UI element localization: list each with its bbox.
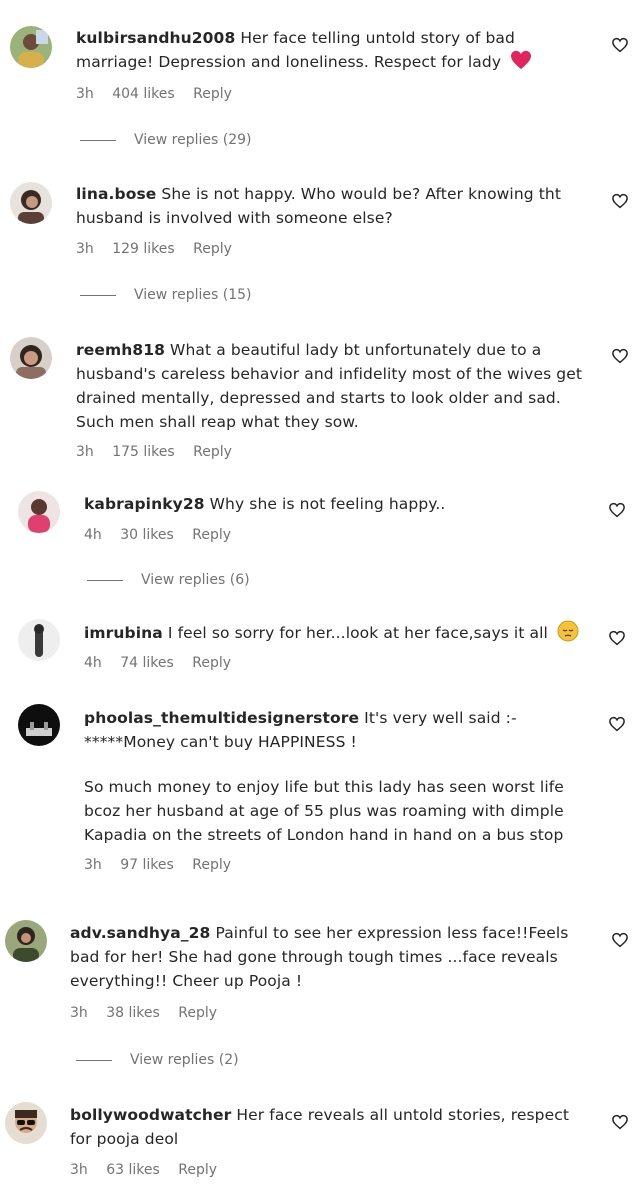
comment-time: 4h (84, 527, 102, 543)
comment-text: imrubina I feel so sorry for her...look … (84, 620, 594, 649)
comment-text: bollywoodwatcher Her face reveals all un… (70, 1103, 590, 1151)
comment-likes[interactable]: 129 likes (112, 241, 174, 257)
like-heart-icon[interactable] (608, 715, 626, 733)
comment-username[interactable]: reemh818 (76, 341, 165, 359)
comment-meta: 3h 129 likes Reply (76, 239, 246, 259)
like-heart-icon[interactable] (608, 501, 626, 519)
reply-button[interactable]: Reply (178, 1005, 217, 1021)
view-replies-button[interactable]: View replies (6) (87, 570, 250, 590)
comment-likes[interactable]: 175 likes (112, 444, 174, 460)
replies-divider (80, 294, 116, 296)
comment-username[interactable]: kulbirsandhu2008 (76, 29, 235, 47)
replies-divider (87, 579, 123, 581)
comment-username[interactable]: lina.bose (76, 185, 156, 203)
avatar[interactable] (18, 491, 60, 533)
reply-button[interactable]: Reply (192, 527, 231, 543)
reply-button[interactable]: Reply (192, 857, 231, 873)
avatar[interactable] (5, 920, 47, 962)
view-replies-button[interactable]: View replies (29) (80, 130, 252, 150)
comment-username[interactable]: bollywoodwatcher (70, 1106, 231, 1124)
comment-body-2: So much money to enjoy life but this lad… (84, 778, 564, 844)
reply-button[interactable]: Reply (193, 444, 232, 460)
view-replies-button[interactable]: View replies (2) (76, 1050, 239, 1070)
avatar[interactable] (5, 1102, 47, 1144)
pensive-face-emoji-icon (557, 620, 579, 649)
comment-text: kabrapinky28 Why she is not feeling happ… (84, 492, 594, 516)
comment-meta: 4h 74 likes Reply (84, 653, 245, 673)
comment-time: 3h (76, 86, 94, 102)
avatar[interactable] (10, 182, 52, 224)
comment-text: lina.bose She is not happy. Who would be… (76, 182, 586, 230)
like-heart-icon[interactable] (608, 629, 626, 647)
comment-body: Why she is not feeling happy.. (209, 495, 446, 513)
comment-text: adv.sandhya_28 Painful to see her expres… (70, 921, 590, 993)
comment-text: kulbirsandhu2008 Her face telling untold… (76, 26, 586, 77)
red-heart-emoji-icon (510, 50, 532, 77)
comment-likes[interactable]: 74 likes (120, 655, 174, 671)
comment-text: phoolas_themultidesignerstore It's very … (84, 706, 604, 754)
comment-time: 3h (70, 1162, 88, 1178)
avatar[interactable] (18, 704, 60, 746)
comment-likes[interactable]: 404 likes (112, 86, 174, 102)
comment-username[interactable]: adv.sandhya_28 (70, 924, 210, 942)
like-heart-icon[interactable] (611, 36, 629, 54)
comment-time: 3h (70, 1005, 88, 1021)
avatar[interactable] (10, 337, 52, 379)
like-heart-icon[interactable] (611, 931, 629, 949)
comment-time: 3h (76, 444, 94, 460)
comment-body: I feel so sorry for her...look at her fa… (167, 624, 548, 642)
comment-time: 4h (84, 655, 102, 671)
avatar[interactable] (18, 619, 60, 661)
comment-meta: 4h 30 likes Reply (84, 525, 245, 545)
comment-body-paragraph: So much money to enjoy life but this lad… (84, 775, 604, 847)
replies-divider (80, 139, 116, 141)
reply-button[interactable]: Reply (192, 655, 231, 671)
comment-likes[interactable]: 38 likes (106, 1005, 160, 1021)
comment-username[interactable]: kabrapinky28 (84, 495, 205, 513)
avatar[interactable] (10, 26, 52, 68)
reply-button[interactable]: Reply (193, 86, 232, 102)
view-replies-label: View replies (6) (141, 572, 250, 588)
comment-username[interactable]: imrubina (84, 624, 163, 642)
comment-meta: 3h 97 likes Reply (84, 855, 245, 875)
comment-meta: 3h 63 likes Reply (70, 1160, 231, 1180)
like-heart-icon[interactable] (611, 1113, 629, 1131)
comment-meta: 3h 175 likes Reply (76, 442, 246, 462)
comment-meta: 3h 38 likes Reply (70, 1003, 231, 1023)
replies-divider (76, 1059, 112, 1061)
reply-button[interactable]: Reply (178, 1162, 217, 1178)
view-replies-label: View replies (2) (130, 1052, 239, 1068)
view-replies-label: View replies (15) (134, 287, 252, 303)
comment-likes[interactable]: 97 likes (120, 857, 174, 873)
comment-likes[interactable]: 63 likes (106, 1162, 160, 1178)
reply-button[interactable]: Reply (193, 241, 232, 257)
comment-likes[interactable]: 30 likes (120, 527, 174, 543)
comment-username[interactable]: phoolas_themultidesignerstore (84, 709, 359, 727)
comment-text: reemh818 What a beautiful lady bt unfort… (76, 338, 586, 434)
comment-time: 3h (76, 241, 94, 257)
like-heart-icon[interactable] (611, 347, 629, 365)
view-replies-button[interactable]: View replies (15) (80, 285, 252, 305)
comment-time: 3h (84, 857, 102, 873)
comment-meta: 3h 404 likes Reply (76, 84, 246, 104)
view-replies-label: View replies (29) (134, 132, 252, 148)
like-heart-icon[interactable] (611, 192, 629, 210)
